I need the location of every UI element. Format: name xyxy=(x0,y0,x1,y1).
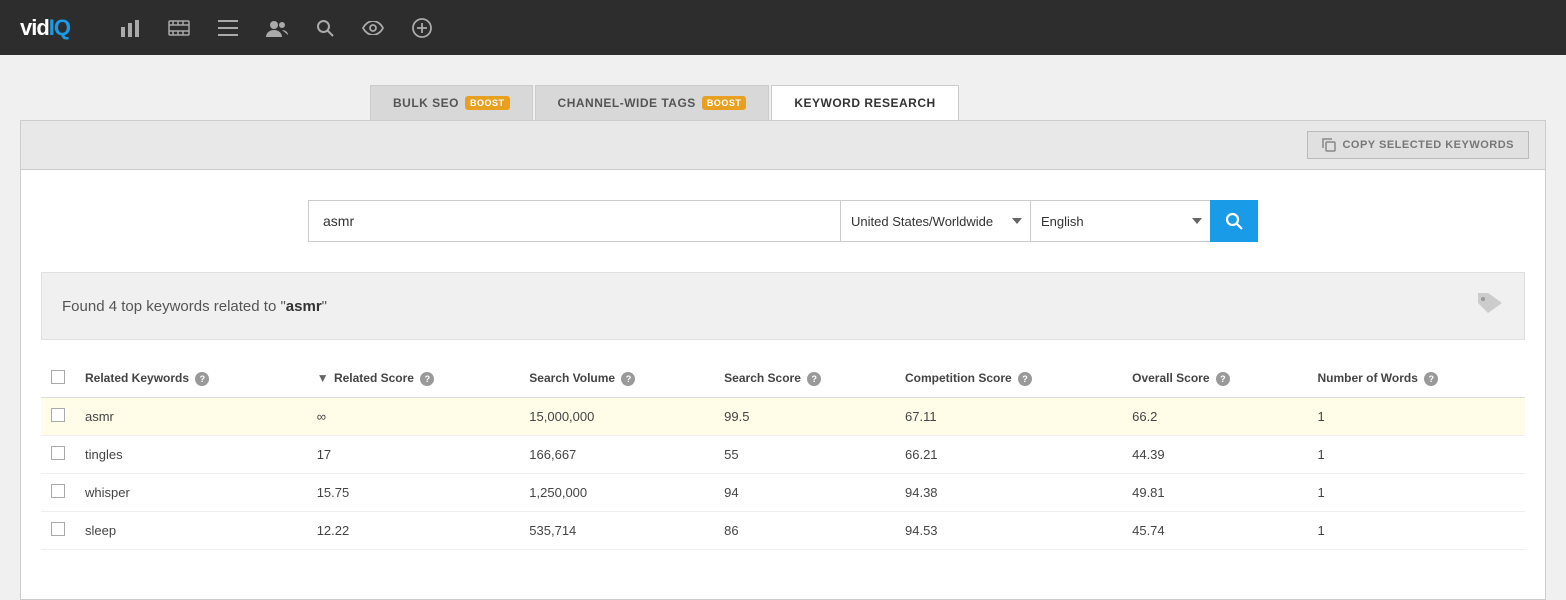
row-checkbox[interactable] xyxy=(51,484,65,498)
logo: vidIQ xyxy=(20,15,70,41)
row-checkbox-cell[interactable] xyxy=(41,398,75,436)
row-competition-score: 94.53 xyxy=(895,512,1122,550)
row-search-score: 94 xyxy=(714,474,895,512)
select-all-checkbox[interactable] xyxy=(51,370,65,384)
help-num-words-icon[interactable]: ? xyxy=(1424,372,1438,386)
row-competition-score: 94.38 xyxy=(895,474,1122,512)
results-text: Found 4 top keywords related to "asmr" xyxy=(62,298,327,315)
tabs-container: BULK SEO BOOST CHANNEL-WIDE TAGS BOOST K… xyxy=(370,85,1566,120)
row-checkbox[interactable] xyxy=(51,446,65,460)
row-related-score: 12.22 xyxy=(307,512,520,550)
search-row: United States/Worldwide United Kingdom C… xyxy=(308,200,1258,242)
tag-icon xyxy=(1476,291,1504,321)
row-competition-score: 66.21 xyxy=(895,436,1122,474)
boost-badge-channel-wide: BOOST xyxy=(702,96,747,110)
row-checkbox[interactable] xyxy=(51,522,65,536)
row-search-volume: 166,667 xyxy=(519,436,714,474)
row-checkbox[interactable] xyxy=(51,408,65,422)
table-row: whisper 15.75 1,250,000 94 94.38 49.81 1 xyxy=(41,474,1525,512)
film-icon[interactable] xyxy=(168,18,190,38)
row-keyword: sleep xyxy=(75,512,307,550)
th-search-volume: Search Volume ? xyxy=(519,360,714,398)
search-nav-icon[interactable] xyxy=(316,18,334,38)
th-num-words: Number of Words ? xyxy=(1307,360,1525,398)
help-overall-score-icon[interactable]: ? xyxy=(1216,372,1230,386)
boost-badge-bulk-seo: BOOST xyxy=(465,96,510,110)
row-related-score: 15.75 xyxy=(307,474,520,512)
country-select[interactable]: United States/Worldwide United Kingdom C… xyxy=(840,200,1030,242)
th-select-all[interactable] xyxy=(41,360,75,398)
row-search-volume: 15,000,000 xyxy=(519,398,714,436)
keywords-table-wrapper: Related Keywords ? ▼ Related Score ? Sea… xyxy=(21,360,1545,550)
plus-circle-icon[interactable] xyxy=(412,18,432,38)
row-related-score: ∞ xyxy=(307,398,520,436)
search-button-icon xyxy=(1225,212,1243,230)
row-overall-score: 49.81 xyxy=(1122,474,1307,512)
users-icon[interactable] xyxy=(266,18,288,38)
row-num-words: 1 xyxy=(1307,398,1525,436)
th-related-keywords: Related Keywords ? xyxy=(75,360,307,398)
row-num-words: 1 xyxy=(1307,474,1525,512)
eye-icon[interactable] xyxy=(362,18,384,38)
row-search-volume: 535,714 xyxy=(519,512,714,550)
th-competition-score: Competition Score ? xyxy=(895,360,1122,398)
list-icon[interactable] xyxy=(218,18,238,38)
table-row: tingles 17 166,667 55 66.21 44.39 1 xyxy=(41,436,1525,474)
row-search-volume: 1,250,000 xyxy=(519,474,714,512)
row-competition-score: 67.11 xyxy=(895,398,1122,436)
help-competition-score-icon[interactable]: ? xyxy=(1018,372,1032,386)
help-related-score-icon[interactable]: ? xyxy=(420,372,434,386)
th-search-score: Search Score ? xyxy=(714,360,895,398)
row-overall-score: 45.74 xyxy=(1122,512,1307,550)
tab-bulk-seo[interactable]: BULK SEO BOOST xyxy=(370,85,533,120)
help-search-score-icon[interactable]: ? xyxy=(807,372,821,386)
keywords-table: Related Keywords ? ▼ Related Score ? Sea… xyxy=(41,360,1525,550)
row-related-score: 17 xyxy=(307,436,520,474)
row-search-score: 99.5 xyxy=(714,398,895,436)
help-related-keywords-icon[interactable]: ? xyxy=(195,372,209,386)
bar-chart-icon[interactable] xyxy=(120,18,140,38)
table-row: sleep 12.22 535,714 86 94.53 45.74 1 xyxy=(41,512,1525,550)
row-keyword: asmr xyxy=(75,398,307,436)
th-overall-score: Overall Score ? xyxy=(1122,360,1307,398)
row-num-words: 1 xyxy=(1307,512,1525,550)
row-num-words: 1 xyxy=(1307,436,1525,474)
panel-toolbar: COPY SELECTED KEYWORDS xyxy=(21,121,1545,170)
table-row: asmr ∞ 15,000,000 99.5 67.11 66.2 1 xyxy=(41,398,1525,436)
th-related-score[interactable]: ▼ Related Score ? xyxy=(307,360,520,398)
help-search-volume-icon[interactable]: ? xyxy=(621,372,635,386)
row-keyword: whisper xyxy=(75,474,307,512)
tab-keyword-research[interactable]: KEYWORD RESEARCH xyxy=(771,85,958,120)
nav-icons xyxy=(120,18,432,38)
logo-vid: vid xyxy=(20,15,49,40)
sort-arrow-icon: ▼ xyxy=(317,371,329,385)
copy-keywords-button[interactable]: COPY SELECTED KEYWORDS xyxy=(1307,131,1529,159)
copy-icon xyxy=(1322,138,1336,152)
row-checkbox-cell[interactable] xyxy=(41,474,75,512)
main-panel: COPY SELECTED KEYWORDS United States/Wor… xyxy=(20,120,1546,600)
logo-iq: IQ xyxy=(49,15,70,40)
row-checkbox-cell[interactable] xyxy=(41,436,75,474)
row-search-score: 55 xyxy=(714,436,895,474)
main-content: BULK SEO BOOST CHANNEL-WIDE TAGS BOOST K… xyxy=(0,55,1566,600)
tab-channel-wide-tags[interactable]: CHANNEL-WIDE TAGS BOOST xyxy=(535,85,770,120)
language-select[interactable]: English Spanish French German xyxy=(1030,200,1210,242)
keyword-search-input[interactable] xyxy=(308,200,840,242)
search-section: United States/Worldwide United Kingdom C… xyxy=(21,170,1545,262)
row-search-score: 86 xyxy=(714,512,895,550)
row-checkbox-cell[interactable] xyxy=(41,512,75,550)
row-overall-score: 44.39 xyxy=(1122,436,1307,474)
search-button[interactable] xyxy=(1210,200,1258,242)
row-overall-score: 66.2 xyxy=(1122,398,1307,436)
results-banner: Found 4 top keywords related to "asmr" xyxy=(41,272,1525,340)
top-navigation: vidIQ xyxy=(0,0,1566,55)
row-keyword: tingles xyxy=(75,436,307,474)
